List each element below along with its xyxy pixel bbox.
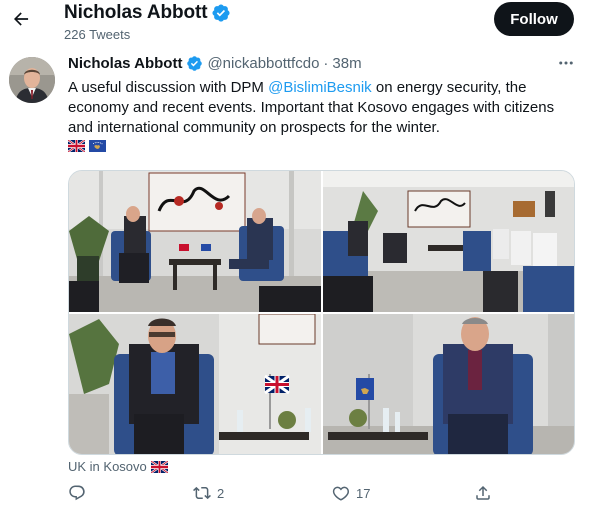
author-handle[interactable]: @nickabbottfcdo [207, 55, 319, 72]
avatar-photo [9, 57, 55, 103]
tweet-actions: 2 17 [58, 484, 498, 512]
tweet-text-part: A useful discussion with DPM [68, 79, 269, 96]
author-name[interactable]: Nicholas Abbott [68, 55, 182, 72]
like-button[interactable]: 17 [332, 484, 370, 502]
tweet-location[interactable]: UK in Kosovo [68, 459, 168, 474]
tweet[interactable]: Nicholas Abbott @nickabbottfcdo · 38m A … [0, 46, 599, 524]
share-icon [476, 485, 490, 500]
retweet-icon [193, 486, 211, 500]
like-count: 17 [356, 485, 371, 501]
uk-flag-icon [68, 140, 85, 152]
kosovo-flag-icon [89, 140, 106, 152]
tweet-photo-4[interactable] [323, 314, 574, 454]
verified-badge-icon [186, 55, 203, 72]
profile-name: Nicholas Abbott [64, 2, 208, 23]
tweet-photo-3[interactable] [69, 314, 321, 454]
avatar[interactable] [9, 57, 55, 103]
separator: · [323, 55, 329, 72]
profile-title-block: Nicholas Abbott 226 Tweets [64, 2, 231, 42]
tweet-header: Nicholas Abbott @nickabbottfcdo · 38m [68, 55, 362, 72]
more-options-button[interactable] [556, 53, 576, 73]
retweet-button[interactable]: 2 [193, 484, 224, 502]
profile-header: Nicholas Abbott 226 Tweets Follow [0, 0, 599, 46]
tweet-text: A useful discussion with DPM @BislimiBes… [68, 78, 583, 138]
reply-icon [69, 485, 85, 501]
tweet-photo-1[interactable] [69, 171, 321, 312]
uk-flag-icon [150, 460, 168, 473]
location-label: UK in Kosovo [68, 459, 147, 474]
retweet-count: 2 [217, 485, 225, 501]
follow-button[interactable]: Follow [494, 2, 574, 36]
photo-grid [68, 170, 575, 455]
heart-icon [332, 486, 350, 501]
verified-badge-icon [212, 4, 231, 22]
arrow-left-icon [14, 12, 29, 26]
share-button[interactable] [474, 484, 492, 502]
tweet-photo-2[interactable] [323, 171, 574, 312]
back-button[interactable] [8, 6, 34, 32]
reply-button[interactable] [68, 484, 92, 502]
tweet-timestamp[interactable]: 38m [332, 55, 361, 72]
mention-link[interactable]: @BislimiBesnik [268, 79, 372, 96]
tweet-count: 226 Tweets [64, 27, 131, 42]
flag-emojis [68, 140, 106, 152]
more-horizontal-icon [559, 61, 573, 65]
